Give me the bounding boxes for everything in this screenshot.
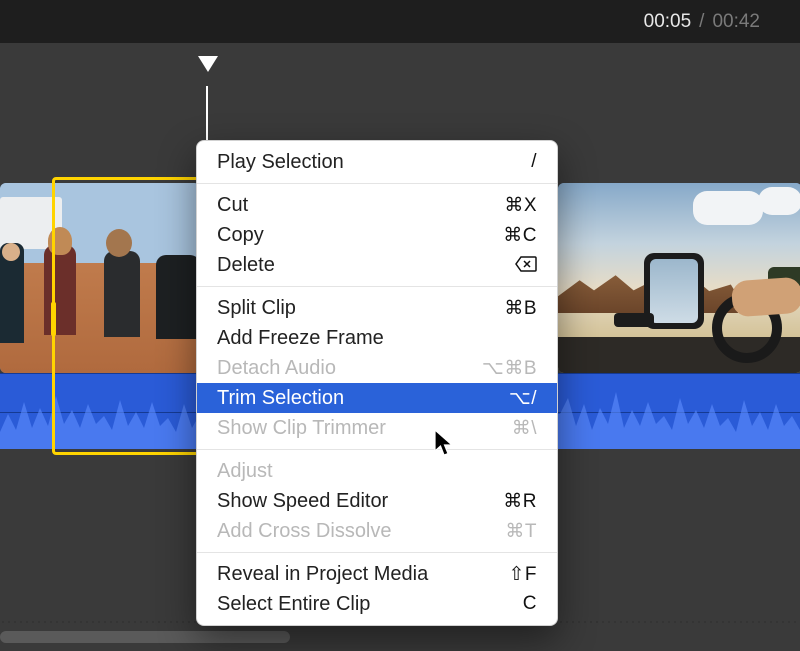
menu-item-label: Add Freeze Frame	[217, 327, 467, 350]
timeline-clip[interactable]	[558, 183, 800, 373]
timecode-total: 00:42	[712, 11, 760, 33]
menu-item-label: Adjust	[217, 460, 467, 483]
timeline-clip[interactable]	[0, 183, 200, 373]
menu-item-shortcut: ⌘C	[467, 224, 537, 247]
menu-separator	[197, 552, 557, 553]
menu-item-show-speed-editor[interactable]: Show Speed Editor⌘R	[197, 486, 557, 516]
menu-item-label: Add Cross Dissolve	[217, 520, 467, 543]
menu-item-label: Copy	[217, 224, 467, 247]
clip-thumbnail	[0, 183, 200, 373]
menu-separator	[197, 286, 557, 287]
menu-item-add-cross-dissolve: Add Cross Dissolve⌘T	[197, 516, 557, 546]
menu-item-adjust: Adjust	[197, 456, 557, 486]
scrollbar-thumb[interactable]	[0, 631, 290, 643]
clip-context-menu[interactable]: Play Selection/Cut⌘XCopy⌘CDeleteSplit Cl…	[196, 140, 558, 626]
menu-item-shortcut: ⌘X	[467, 194, 537, 217]
timeline[interactable]: Play Selection/Cut⌘XCopy⌘CDeleteSplit Cl…	[0, 43, 800, 651]
menu-item-label: Show Speed Editor	[217, 490, 467, 513]
timecode-separator: /	[699, 11, 704, 33]
menu-item-split-clip[interactable]: Split Clip⌘B	[197, 293, 557, 323]
menu-item-show-clip-trimmer: Show Clip Trimmer⌘\	[197, 413, 557, 443]
menu-item-play-selection[interactable]: Play Selection/	[197, 147, 557, 177]
menu-item-copy[interactable]: Copy⌘C	[197, 220, 557, 250]
menu-item-cut[interactable]: Cut⌘X	[197, 190, 557, 220]
menu-item-reveal-in-project-media[interactable]: Reveal in Project Media⇧F	[197, 559, 557, 589]
menu-item-label: Play Selection	[217, 151, 467, 174]
timecode-current: 00:05	[644, 11, 692, 33]
menu-item-shortcut: ⌥⌘B	[467, 357, 537, 380]
clip-thumbnail	[558, 183, 800, 373]
menu-item-label: Select Entire Clip	[217, 593, 467, 616]
menu-item-shortcut: ⌘T	[467, 520, 537, 543]
menu-item-shortcut: ⌘\	[467, 417, 537, 440]
menu-item-shortcut: ⌘B	[467, 297, 537, 320]
timecode-bar: 00:05 / 00:42	[0, 0, 800, 43]
menu-separator	[197, 183, 557, 184]
menu-item-label: Show Clip Trimmer	[217, 417, 467, 440]
menu-item-shortcut	[467, 254, 537, 276]
menu-item-detach-audio: Detach Audio⌥⌘B	[197, 353, 557, 383]
playhead-line	[206, 86, 208, 146]
menu-item-label: Detach Audio	[217, 357, 467, 380]
menu-item-trim-selection[interactable]: Trim Selection⌥/	[197, 383, 557, 413]
menu-separator	[197, 449, 557, 450]
menu-item-shortcut: ⌘R	[467, 490, 537, 513]
menu-item-add-freeze-frame[interactable]: Add Freeze Frame	[197, 323, 557, 353]
menu-item-label: Split Clip	[217, 297, 467, 320]
playhead-marker-icon	[198, 56, 218, 74]
menu-item-label: Cut	[217, 194, 467, 217]
menu-item-shortcut: ⇧F	[467, 563, 537, 586]
menu-item-label: Reveal in Project Media	[217, 563, 467, 586]
menu-item-select-entire-clip[interactable]: Select Entire ClipC	[197, 589, 557, 619]
timeline-horizontal-scrollbar[interactable]	[0, 627, 800, 643]
menu-item-label: Trim Selection	[217, 387, 467, 410]
menu-item-shortcut: C	[467, 593, 537, 615]
playhead[interactable]	[198, 56, 218, 74]
menu-item-delete[interactable]: Delete	[197, 250, 557, 280]
menu-item-label: Delete	[217, 254, 467, 277]
menu-item-shortcut: /	[467, 151, 537, 173]
menu-item-shortcut: ⌥/	[467, 387, 537, 410]
